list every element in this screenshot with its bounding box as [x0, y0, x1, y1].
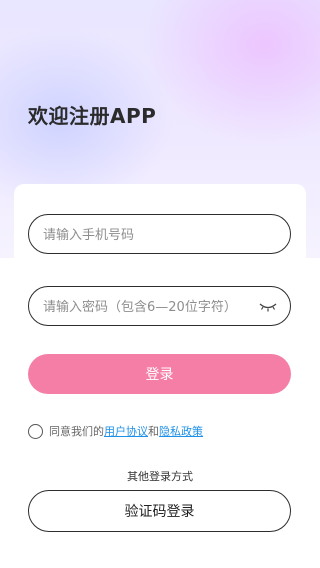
eye-closed-icon[interactable] [258, 298, 278, 314]
phone-input[interactable] [41, 215, 255, 255]
agreement-prefix: 同意我们的 [49, 425, 104, 438]
agreement-row: 同意我们的 用户协议 和 隐私政策 [28, 422, 203, 440]
phone-field[interactable] [28, 214, 291, 255]
password-input[interactable] [41, 287, 255, 327]
agree-radio[interactable] [28, 423, 43, 439]
login-button[interactable]: 登录 [28, 354, 291, 394]
code-login-button[interactable]: 验证码登录 [28, 490, 291, 532]
privacy-policy-link[interactable]: 隐私政策 [159, 423, 203, 439]
password-field[interactable] [28, 286, 291, 327]
other-login-title: 其他登录方式 [127, 470, 193, 483]
page-title: 欢迎注册APP [28, 104, 157, 128]
agreement-and: 和 [148, 425, 159, 438]
user-agreement-link[interactable]: 用户协议 [104, 423, 148, 439]
